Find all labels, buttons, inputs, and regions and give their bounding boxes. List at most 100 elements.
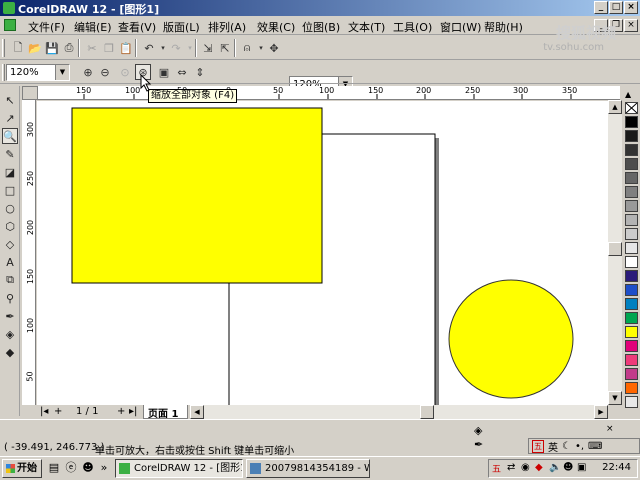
zoom-in-icon[interactable]: ⊕: [80, 64, 96, 80]
new-icon[interactable]: 🗋: [10, 40, 26, 56]
palette-swatch[interactable]: [625, 144, 638, 156]
zoom-page-icon[interactable]: ▣: [156, 64, 172, 80]
menu-help[interactable]: 帮助(H): [484, 19, 523, 35]
horizontal-ruler[interactable]: 150 100 50 0 50 100 150 200 250 300 350: [38, 86, 620, 100]
no-fill-swatch[interactable]: [625, 102, 638, 114]
ime-moon-icon[interactable]: ☾: [562, 441, 571, 452]
security-icon[interactable]: ◆: [535, 462, 543, 473]
palette-swatch[interactable]: [625, 298, 638, 310]
shape-tool-icon[interactable]: ↗: [2, 110, 18, 126]
menu-bitmaps[interactable]: 位图(B): [302, 19, 340, 35]
internet-explorer-icon[interactable]: ⓔ: [64, 461, 78, 475]
export-icon[interactable]: ⇱: [217, 40, 233, 56]
menu-window[interactable]: 窗口(W): [440, 19, 481, 35]
menu-tools[interactable]: 工具(O): [393, 19, 432, 35]
cut-icon[interactable]: ✂: [84, 40, 100, 56]
paste-icon[interactable]: 📋: [118, 40, 134, 56]
statusbar-close-icon[interactable]: ×: [606, 424, 614, 434]
interactive-blend-tool-icon[interactable]: ⧉: [2, 272, 18, 288]
tray-misc-icon[interactable]: ▣: [577, 462, 586, 473]
first-page-icon[interactable]: |◂: [40, 406, 48, 417]
zoom-levels-combo[interactable]: 120% ▼: [6, 64, 70, 81]
palette-swatch[interactable]: [625, 172, 638, 184]
horizontal-scroll-thumb[interactable]: [420, 405, 434, 419]
menu-text[interactable]: 文本(T): [348, 19, 385, 35]
vertical-ruler[interactable]: 300 250 200 150 100 50: [22, 100, 36, 405]
smart-fill-tool-icon[interactable]: ◪: [2, 164, 18, 180]
palette-swatch[interactable]: [625, 284, 638, 296]
qq-icon[interactable]: ☻: [81, 461, 95, 475]
palette-swatch[interactable]: [625, 130, 638, 142]
ime-punct-icon[interactable]: •,: [575, 441, 584, 452]
vertical-scroll-thumb[interactable]: [608, 242, 622, 256]
palette-swatch[interactable]: [625, 214, 638, 226]
scroll-left-button[interactable]: ◀: [190, 405, 204, 419]
scroll-down-button[interactable]: ▼: [608, 391, 622, 405]
horizontal-scrollbar[interactable]: ◀ ▶: [190, 405, 608, 419]
polygon-tool-icon[interactable]: ⬡: [2, 218, 18, 234]
copy-icon[interactable]: ❐: [101, 40, 117, 56]
ellipse-tool-icon[interactable]: ○: [2, 200, 18, 216]
ime-toolbar[interactable]: 五 英 ☾ •, ⌨: [528, 438, 640, 454]
messenger-icon[interactable]: ☻: [563, 462, 573, 473]
pick-tool-icon[interactable]: ↖: [2, 92, 18, 108]
palette-swatch[interactable]: [625, 326, 638, 338]
menu-edit[interactable]: 编辑(E): [74, 19, 112, 35]
ime-mode[interactable]: 英: [548, 439, 558, 454]
palette-swatch[interactable]: [625, 242, 638, 254]
add-page-before-icon[interactable]: +: [54, 406, 62, 417]
chevron-down-icon[interactable]: ▼: [55, 65, 69, 80]
palette-swatch[interactable]: [625, 270, 638, 282]
palette-swatch[interactable]: [625, 312, 638, 324]
fill-tool-icon[interactable]: ◈: [2, 326, 18, 342]
menu-arrange[interactable]: 排列(A): [208, 19, 246, 35]
palette-swatch[interactable]: [625, 368, 638, 380]
palette-swatch[interactable]: [625, 382, 638, 394]
menu-layout[interactable]: 版面(L): [163, 19, 200, 35]
taskbar-image-viewer[interactable]: 20079814354189 - Wind...: [246, 459, 370, 478]
palette-swatch[interactable]: [625, 354, 638, 366]
palette-scroll-up-icon[interactable]: ▲: [625, 90, 631, 99]
volume-icon[interactable]: 🔈: [549, 462, 561, 473]
antivirus-icon[interactable]: ◉: [521, 462, 530, 473]
ruler-origin[interactable]: [22, 86, 38, 100]
start-button[interactable]: 开始: [2, 459, 42, 478]
doc-close-button[interactable]: ×: [624, 19, 638, 32]
show-desktop-icon[interactable]: ▤: [47, 461, 61, 475]
close-button[interactable]: ×: [624, 1, 638, 14]
eyedropper-tool-icon[interactable]: ⚲: [2, 290, 18, 306]
palette-swatch[interactable]: [625, 256, 638, 268]
vertical-scrollbar[interactable]: ▲ ▼: [608, 100, 622, 405]
zoom-out-icon[interactable]: ⊖: [97, 64, 113, 80]
palette-swatch[interactable]: [625, 340, 638, 352]
quicklaunch-more-icon[interactable]: »: [97, 461, 111, 475]
text-tool-icon[interactable]: A: [2, 254, 18, 270]
maximize-button[interactable]: □: [609, 1, 623, 14]
ime-tray-icon[interactable]: 五: [492, 462, 501, 475]
menu-file[interactable]: 文件(F): [28, 19, 65, 35]
outline-tool-icon[interactable]: ✒: [2, 308, 18, 324]
menu-effects[interactable]: 效果(C): [257, 19, 295, 35]
open-icon[interactable]: 📂: [27, 40, 43, 56]
drawing-canvas[interactable]: [37, 101, 608, 405]
palette-swatch[interactable]: [625, 186, 638, 198]
zoom-tool-icon[interactable]: 🔍: [2, 128, 18, 144]
corel-online-icon[interactable]: ✥: [266, 40, 282, 56]
taskbar-coreldraw[interactable]: CorelDRAW 12 - [图形1]: [115, 459, 243, 478]
zoom-selected-icon[interactable]: ⊙: [117, 64, 133, 80]
freehand-tool-icon[interactable]: ✎: [2, 146, 18, 162]
palette-swatch[interactable]: [625, 396, 638, 408]
print-icon[interactable]: ⎙: [61, 40, 77, 56]
basic-shapes-tool-icon[interactable]: ◇: [2, 236, 18, 252]
interactive-fill-tool-icon[interactable]: ◆: [2, 344, 18, 360]
palette-swatch[interactable]: [625, 228, 638, 240]
menu-view[interactable]: 查看(V): [118, 19, 156, 35]
ime-keyboard-icon[interactable]: ⌨: [588, 441, 602, 452]
page-tab[interactable]: 页面 1: [143, 405, 188, 420]
palette-swatch[interactable]: [625, 116, 638, 128]
scroll-right-button[interactable]: ▶: [594, 405, 608, 419]
zoom-page-width-icon[interactable]: ⇔: [174, 64, 190, 80]
scroll-up-button[interactable]: ▲: [608, 100, 622, 114]
rectangle-tool-icon[interactable]: □: [2, 182, 18, 198]
minimize-button[interactable]: _: [594, 1, 608, 14]
